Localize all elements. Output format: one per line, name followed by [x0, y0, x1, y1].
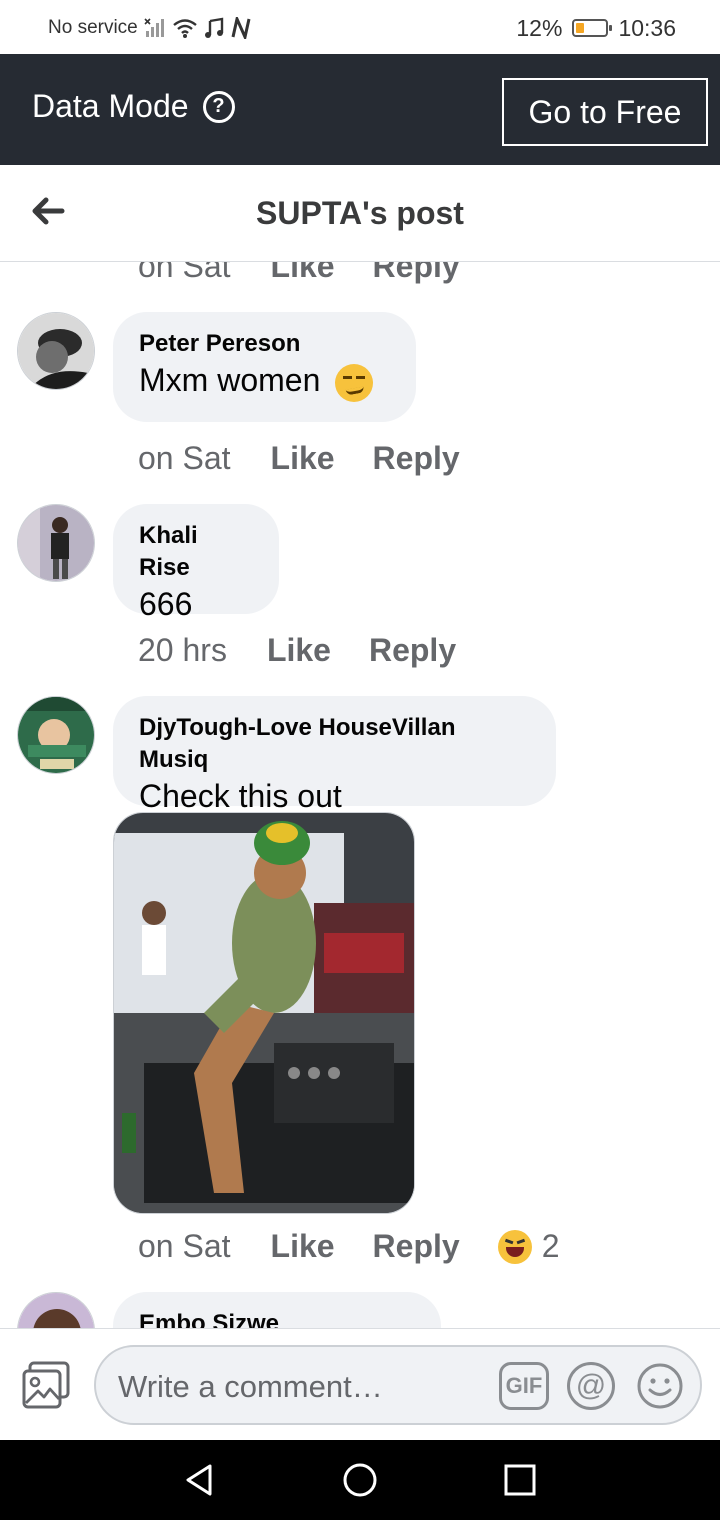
wifi-icon — [172, 19, 197, 38]
dj-photo-image — [114, 813, 414, 1213]
comment-text: Check this out — [139, 778, 342, 814]
reply-link[interactable]: Reply — [369, 632, 456, 669]
status-bar: No service 12% 10:36 — [0, 0, 720, 54]
like-link[interactable]: Like — [271, 262, 335, 285]
comment-meta: on Sat Like Reply 2 — [138, 1228, 559, 1265]
music-icon — [204, 17, 223, 38]
avatar-image — [18, 313, 94, 389]
comment-author[interactable]: DjyTough-Love HouseVillan Musiq — [139, 712, 530, 776]
reaction-summary[interactable]: 2 — [497, 1228, 560, 1265]
comment-text: 666 — [139, 586, 193, 622]
mention-icon[interactable]: @ — [567, 1362, 615, 1410]
avatar[interactable] — [17, 696, 95, 774]
avatar[interactable] — [17, 1292, 95, 1328]
comment-time: on Sat — [138, 440, 231, 476]
data-mode-title: Data Mode ? — [32, 88, 235, 125]
comment-time: on Sat — [138, 262, 231, 284]
comment-meta: 20 hrs Like Reply — [138, 632, 494, 669]
avatar[interactable] — [17, 312, 95, 390]
avatar-image — [18, 1293, 94, 1328]
comment-text-row: Mxm women — [139, 360, 390, 402]
gif-icon[interactable]: GIF — [499, 1362, 549, 1410]
data-mode-label: Data Mode — [32, 88, 189, 124]
go-to-free-button[interactable]: Go to Free — [502, 78, 708, 146]
comment-bubble: Embo Sizwe — [113, 1292, 441, 1328]
smile-icon[interactable] — [636, 1362, 684, 1410]
comment-meta: on Sat Like Reply — [138, 262, 498, 285]
system-nav-bar — [0, 1440, 720, 1520]
carrier-label: No service — [48, 17, 138, 38]
avatar-image — [18, 505, 94, 581]
comment-text: Mxm women — [139, 362, 321, 398]
battery-fill — [576, 23, 585, 33]
comment-author[interactable]: Khali Rise — [139, 520, 253, 584]
comment-placeholder: Write a comment… — [118, 1369, 383, 1404]
comment-composer: Write a comment… GIF @ — [0, 1328, 720, 1440]
status-left: No service — [48, 16, 252, 40]
battery-icon — [572, 19, 613, 37]
comment-list[interactable]: on Sat Like Reply Peter Pereson Mxm wome… — [0, 262, 720, 1328]
nfc-icon — [231, 17, 251, 39]
post-header: SUPTA's post — [0, 165, 720, 262]
reaction-count: 2 — [541, 1228, 560, 1264]
avatar-image — [18, 697, 94, 773]
comment-bubble: DjyTough-Love HouseVillan Musiq Check th… — [113, 696, 556, 814]
comment-bubble: Khali Rise 666 — [113, 504, 279, 622]
help-icon[interactable]: ? — [202, 90, 235, 123]
comment-time: 20 hrs — [138, 632, 227, 668]
reply-link[interactable]: Reply — [373, 440, 460, 477]
smirk-emoji-icon — [335, 363, 374, 402]
like-link[interactable]: Like — [267, 632, 331, 669]
comment-time: on Sat — [138, 1228, 231, 1264]
data-mode-bar: Data Mode ? Go to Free — [0, 54, 720, 165]
like-link[interactable]: Like — [271, 1228, 335, 1265]
reply-link[interactable]: Reply — [373, 262, 460, 285]
comment-meta: on Sat Like Reply — [138, 440, 498, 477]
photo-icon[interactable] — [20, 1359, 72, 1411]
reply-link[interactable]: Reply — [373, 1228, 460, 1265]
comment-author[interactable]: Peter Pereson — [139, 328, 390, 360]
laughing-emoji-icon — [497, 1229, 532, 1264]
comment-bubble: Peter Pereson Mxm women — [113, 312, 416, 422]
signal-icon — [144, 18, 164, 37]
clock: 10:36 — [618, 14, 676, 41]
nav-back-icon[interactable] — [180, 1460, 220, 1500]
battery-percent: 12% — [516, 14, 563, 41]
status-right: 12% 10:36 — [516, 14, 676, 42]
comment-input[interactable]: Write a comment… GIF @ — [94, 1345, 702, 1425]
nav-home-icon[interactable] — [340, 1460, 380, 1500]
like-link[interactable]: Like — [271, 440, 335, 477]
avatar[interactable] — [17, 504, 95, 582]
page-title: SUPTA's post — [256, 195, 464, 231]
comment-author[interactable]: Embo Sizwe — [139, 1308, 415, 1328]
comment-photo[interactable] — [113, 812, 415, 1214]
nav-recents-icon[interactable] — [500, 1460, 540, 1500]
